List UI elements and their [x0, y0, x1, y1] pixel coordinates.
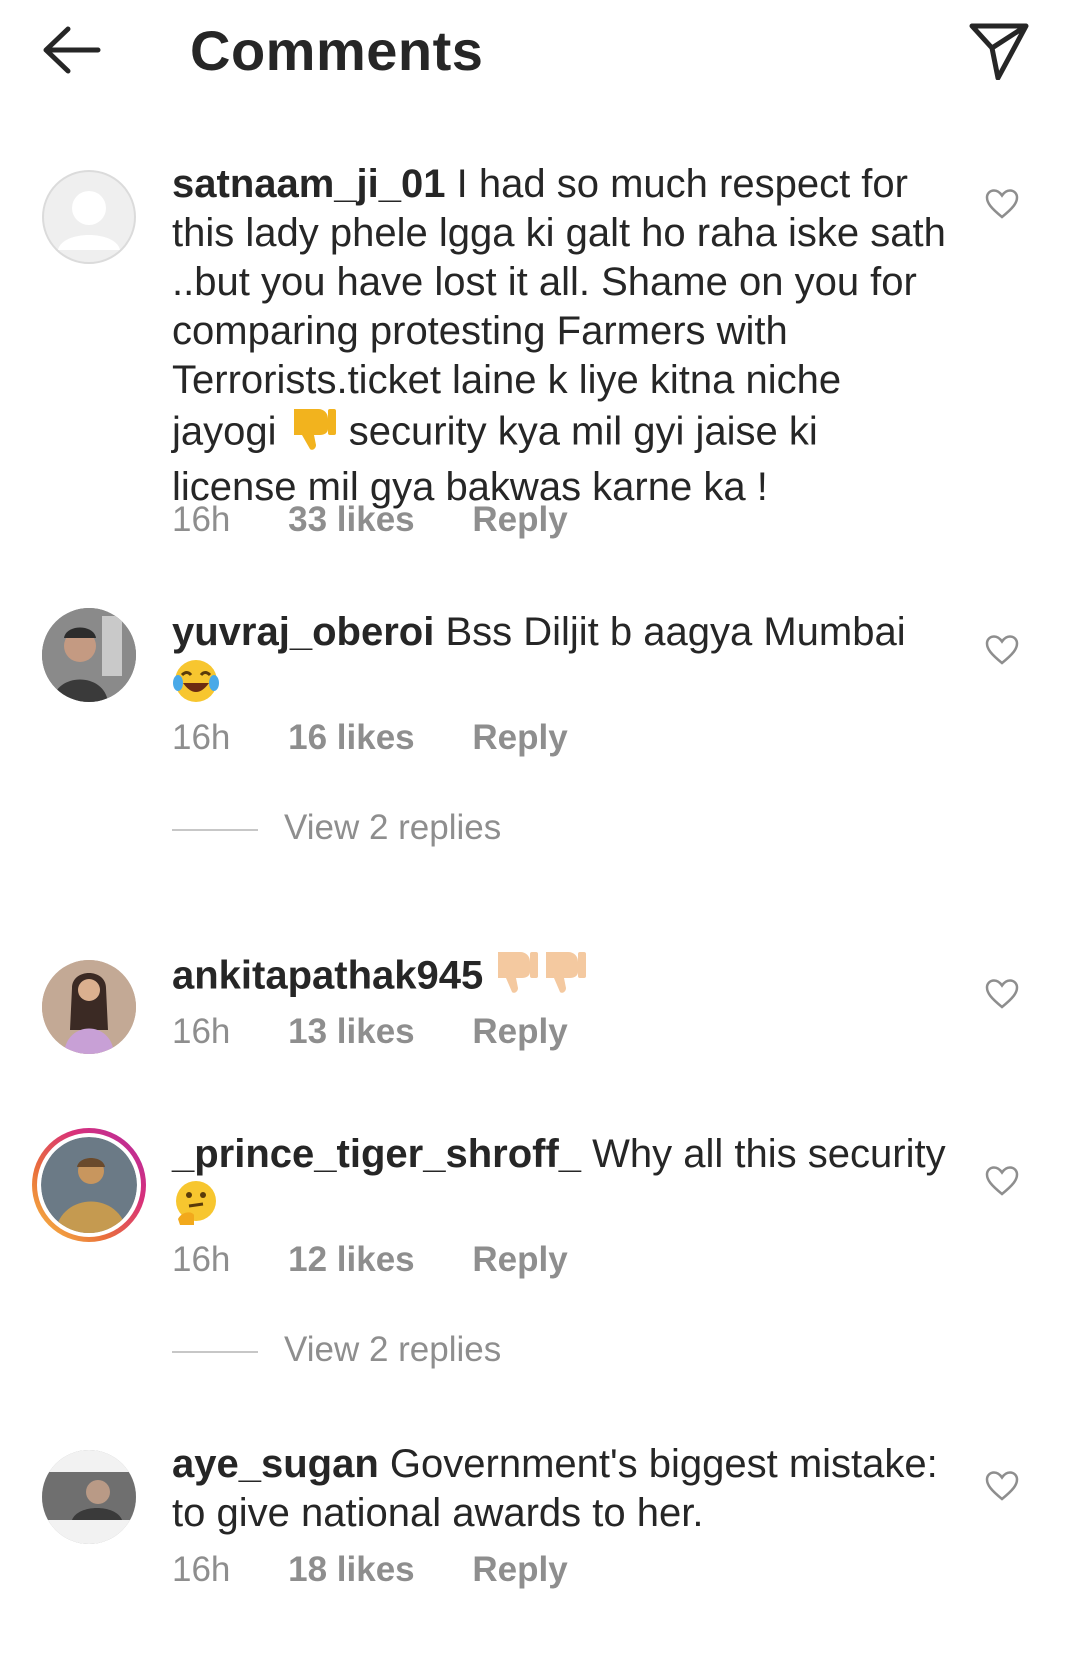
view-replies-button[interactable]: View 2 replies: [172, 1330, 501, 1370]
profile-photo: [42, 960, 136, 1054]
comment-meta: 16h 13 likes Reply: [172, 1012, 616, 1052]
comment-username[interactable]: _prince_tiger_shroff_: [172, 1132, 581, 1176]
share-button[interactable]: [968, 20, 1032, 81]
likes-count[interactable]: 18 likes: [288, 1550, 415, 1590]
paper-plane-icon: [969, 23, 1029, 81]
divider: [172, 1350, 258, 1353]
reply-button[interactable]: Reply: [472, 500, 567, 540]
comment-text: ankitapathak945: [172, 948, 952, 1008]
comment-text: aye_sugan Government's biggest mistake: …: [172, 1440, 952, 1538]
likes-count[interactable]: 16 likes: [288, 718, 415, 758]
comment-username[interactable]: yuvraj_oberoi: [172, 610, 434, 654]
comment-time: 16h: [172, 500, 231, 539]
avatar[interactable]: [42, 960, 136, 1054]
default-avatar-icon: [58, 191, 120, 250]
comment-username[interactable]: satnaam_ji_01: [172, 162, 446, 206]
view-replies-button[interactable]: View 2 replies: [172, 808, 501, 848]
comment-time: 16h: [172, 718, 231, 757]
comment-meta: 16h 33 likes Reply: [172, 500, 616, 540]
comment-body: Bss Diljit b aagya Mumbai: [445, 610, 906, 654]
thumbs-down-icon: [494, 948, 590, 1008]
comment-meta: 16h 18 likes Reply: [172, 1550, 616, 1590]
avatar[interactable]: [42, 170, 136, 264]
page-title: Comments: [190, 19, 484, 82]
avatar: [37, 1133, 141, 1237]
profile-photo: [42, 608, 136, 702]
reply-button[interactable]: Reply: [472, 1550, 567, 1590]
profile-photo: [41, 1137, 137, 1233]
comment-text: _prince_tiger_shroff_ Why all this secur…: [172, 1130, 952, 1239]
comment-body: Why all this security: [592, 1132, 946, 1176]
profile-photo: [42, 1450, 136, 1544]
comment-time: 16h: [172, 1550, 231, 1589]
reply-button[interactable]: Reply: [472, 1012, 567, 1052]
comment-username[interactable]: aye_sugan: [172, 1442, 379, 1486]
header: Comments: [0, 0, 1080, 110]
heart-icon[interactable]: [985, 1470, 1019, 1502]
arrow-left-icon: [43, 26, 101, 74]
comment-username[interactable]: ankitapathak945: [172, 954, 483, 998]
heart-icon[interactable]: [985, 188, 1019, 220]
thumbs-down-icon: [288, 405, 338, 463]
comment-time: 16h: [172, 1012, 231, 1051]
comment-text: yuvraj_oberoi Bss Diljit b aagya Mumbai: [172, 608, 952, 717]
avatar[interactable]: [42, 608, 136, 702]
comment-meta: 16h 12 likes Reply: [172, 1240, 616, 1280]
heart-icon[interactable]: [985, 634, 1019, 666]
comment-text: satnaam_ji_01 I had so much respect for …: [172, 160, 952, 512]
likes-count[interactable]: 12 likes: [288, 1240, 415, 1280]
heart-icon[interactable]: [985, 1165, 1019, 1197]
divider: [172, 828, 258, 831]
avatar[interactable]: [42, 1450, 136, 1544]
likes-count[interactable]: 13 likes: [288, 1012, 415, 1052]
comment-meta: 16h 16 likes Reply: [172, 718, 616, 758]
avatar-story-ring[interactable]: [32, 1128, 146, 1242]
thinking-face-icon: [172, 1179, 220, 1239]
view-replies-label: View 2 replies: [284, 808, 502, 847]
reply-button[interactable]: Reply: [472, 1240, 567, 1280]
comment-time: 16h: [172, 1240, 231, 1279]
view-replies-label: View 2 replies: [284, 1330, 502, 1369]
likes-count[interactable]: 33 likes: [288, 500, 415, 540]
heart-icon[interactable]: [985, 978, 1019, 1010]
back-button[interactable]: [40, 20, 110, 80]
reply-button[interactable]: Reply: [472, 718, 567, 758]
laughing-tears-icon: [172, 657, 220, 717]
